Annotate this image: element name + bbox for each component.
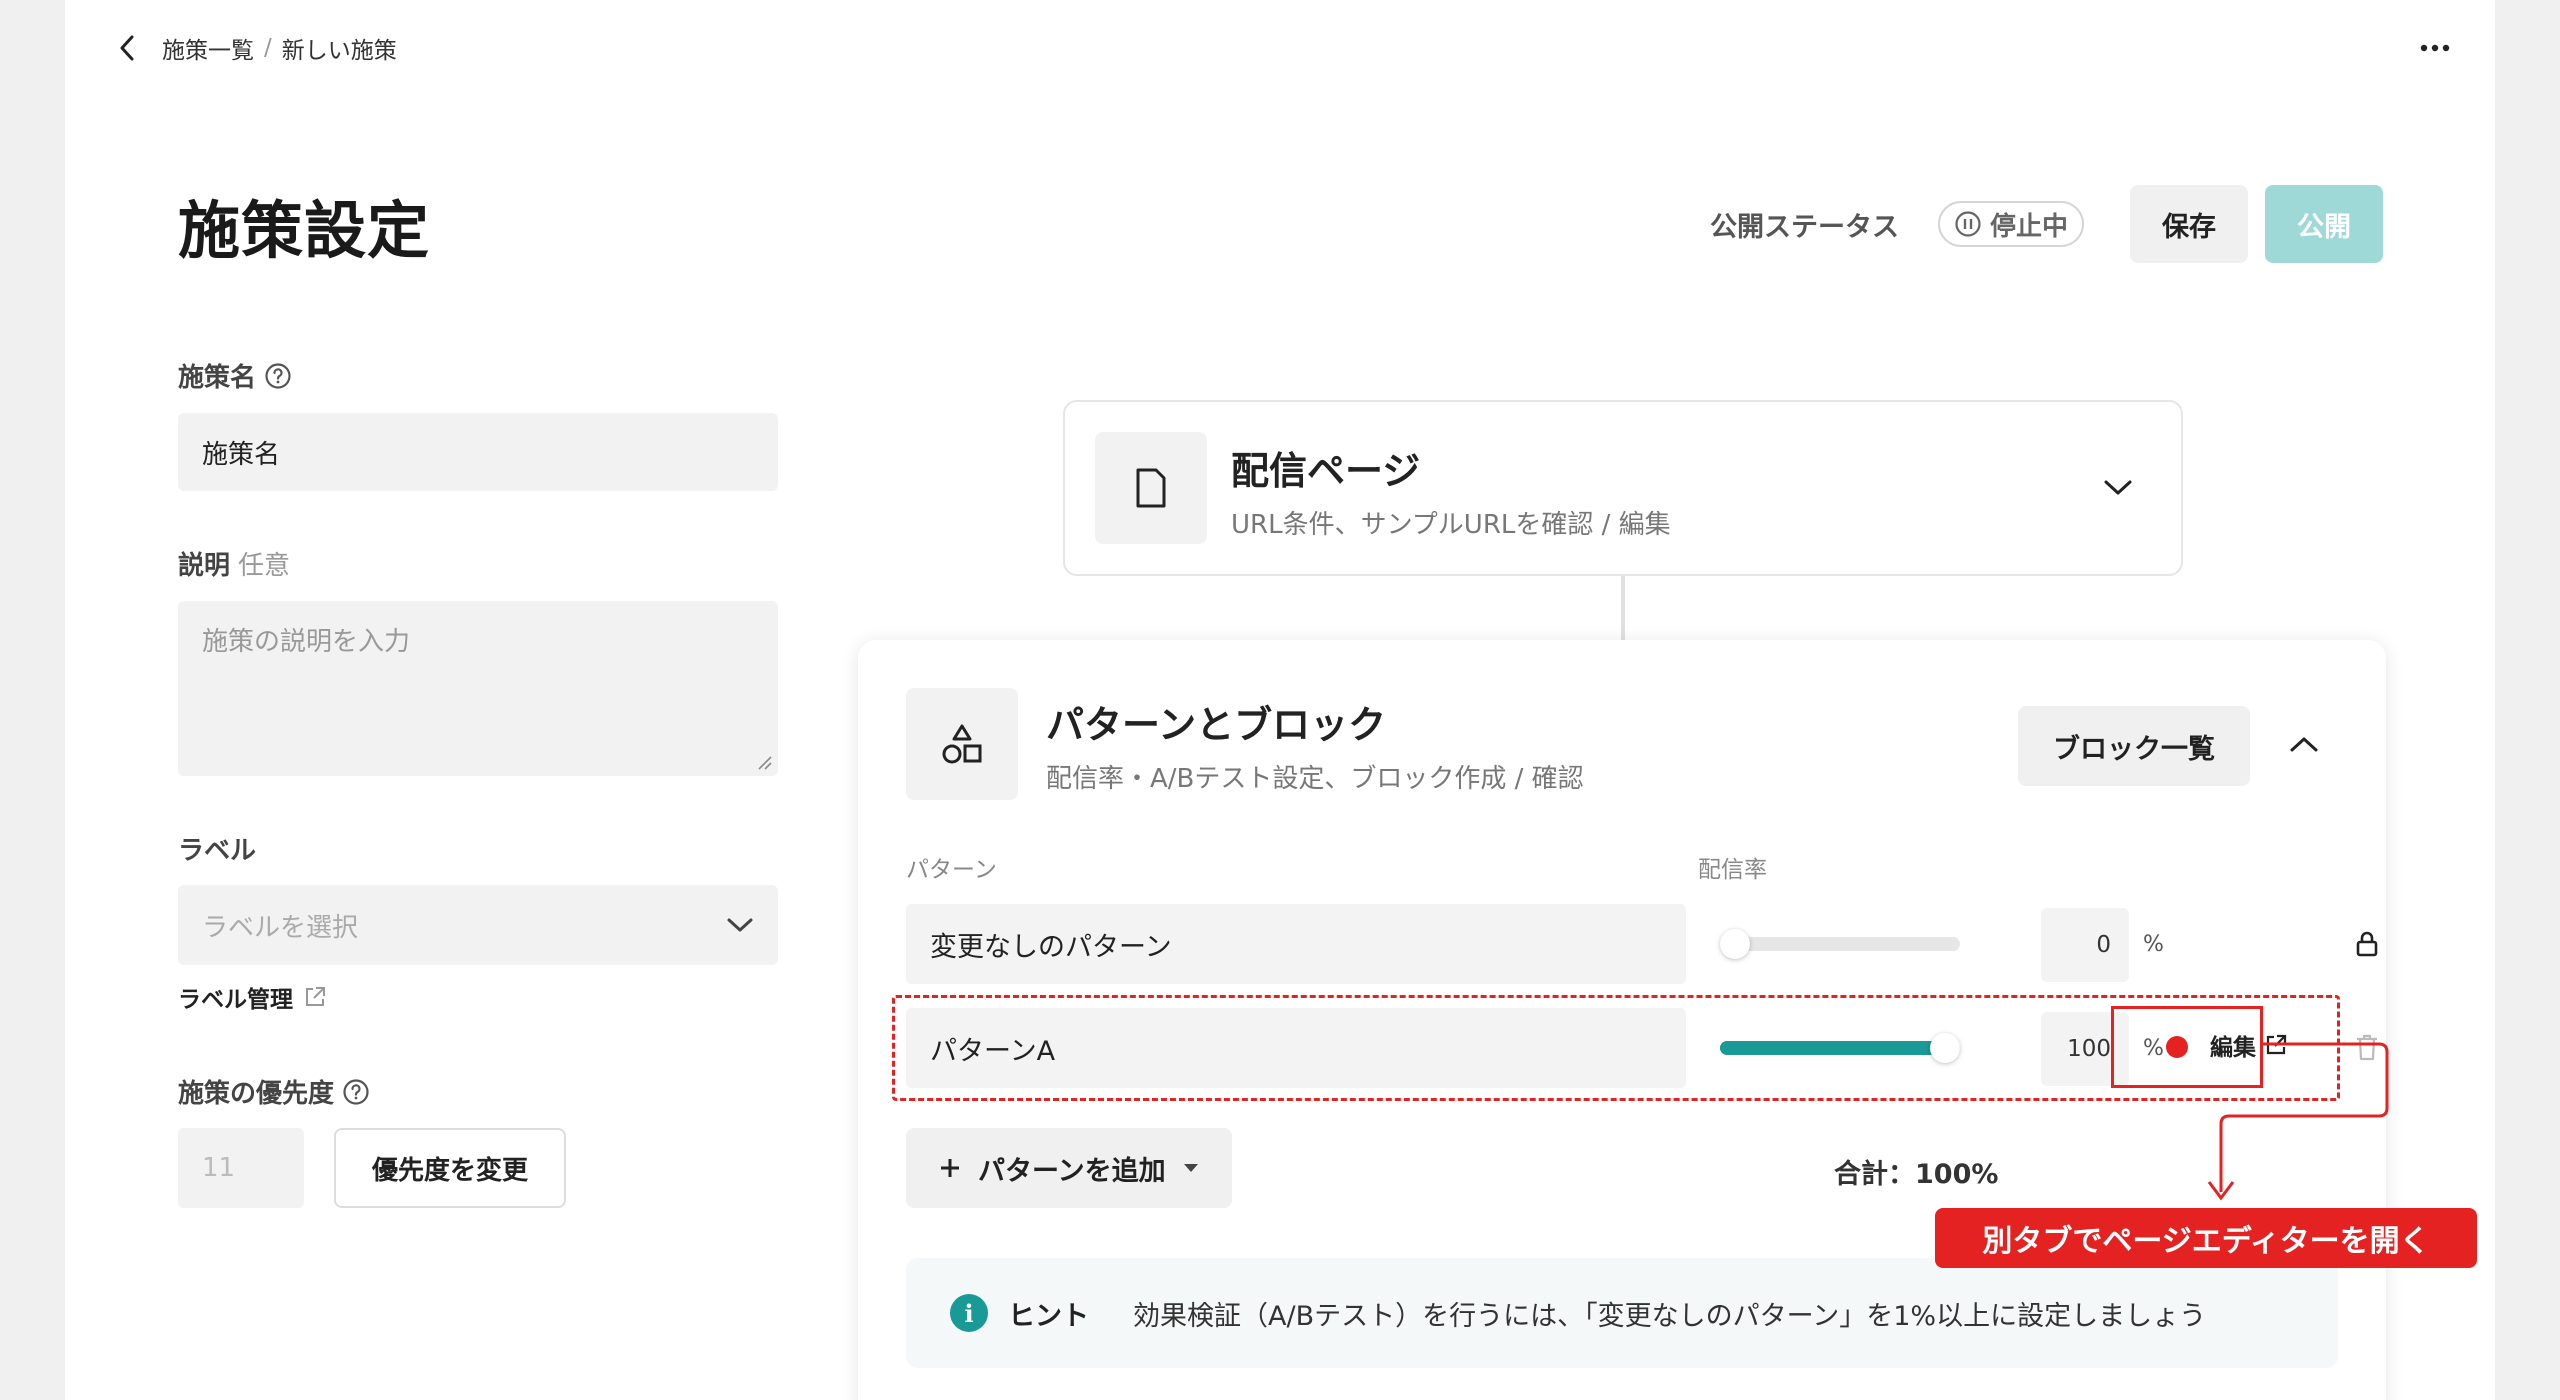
save-button[interactable]: 保存	[2130, 185, 2248, 263]
priority-field-label: 施策の優先度	[178, 1073, 370, 1110]
label-manage-link[interactable]: ラベル管理	[178, 980, 327, 1014]
pause-circle-icon	[1955, 211, 1981, 237]
resize-handle-icon[interactable]	[756, 754, 772, 770]
annotation-cursor-dot	[2166, 1036, 2188, 1058]
hint-box: i ヒント 効果検証（A/Bテスト）を行うには、「変更なしのパターン」を1%以上…	[906, 1258, 2338, 1368]
app-frame: 施策一覧 / 新しい施策 施策設定 公開ステータス 停止中 保存 公開 施策名 …	[65, 0, 2495, 1400]
add-pattern-label: パターンを追加	[978, 1155, 1166, 1187]
desc-label-text: 説明	[178, 551, 231, 581]
change-priority-button[interactable]: 優先度を変更	[334, 1128, 566, 1208]
help-circle-icon[interactable]	[264, 362, 292, 390]
caret-down-icon	[1183, 1164, 1198, 1172]
name-input[interactable]: 施策名	[178, 413, 778, 491]
external-link-icon	[306, 987, 325, 1006]
delivery-page-card[interactable]: 配信ページ URL条件、サンプルURLを確認 / 編集	[1063, 400, 2183, 576]
plus-icon	[941, 1159, 959, 1177]
patterns-title: パターンとブロック	[1046, 703, 1387, 747]
add-pattern-button[interactable]: パターンを追加	[906, 1128, 1232, 1208]
delivery-title: 配信ページ	[1231, 449, 1421, 493]
document-icon	[1095, 432, 1207, 544]
rate-input[interactable]: 0	[2041, 908, 2129, 982]
status-badge[interactable]: 停止中	[1938, 201, 2085, 247]
label-select[interactable]: ラベルを選択	[178, 885, 778, 965]
name-field-label: 施策名	[178, 357, 292, 394]
rate-total: 合計：100%	[1834, 1159, 1999, 1190]
pattern-row-name[interactable]: 変更なしのパターン	[906, 904, 1686, 984]
lock-icon	[2356, 931, 2378, 957]
percent-unit: %	[2143, 932, 2164, 957]
breadcrumb-separator: /	[264, 35, 272, 61]
shapes-icon	[906, 688, 1018, 800]
block-list-button[interactable]: ブロック一覧	[2018, 706, 2250, 786]
desc-placeholder: 施策の説明を入力	[202, 627, 411, 657]
delivery-subtitle: URL条件、サンプルURLを確認 / 編集	[1231, 510, 1671, 540]
column-header-pattern: パターン	[906, 857, 997, 883]
hint-text: 効果検証（A/Bテスト）を行うには、「変更なしのパターン」を1%以上に設定しまし…	[1133, 1300, 2207, 1332]
help-circle-icon[interactable]	[342, 1078, 370, 1106]
status-label: 公開ステータス	[1710, 212, 1899, 243]
breadcrumb-current: 新しい施策	[281, 38, 397, 64]
status-value: 停止中	[1990, 211, 2069, 242]
patterns-subtitle: 配信率・A/Bテスト設定、ブロック作成 / 確認	[1046, 764, 1584, 794]
rate-slider-thumb[interactable]	[1720, 929, 1750, 959]
publish-button[interactable]: 公開	[2265, 185, 2383, 263]
page-title: 施策設定	[178, 194, 431, 267]
breadcrumb: 施策一覧 / 新しい施策	[162, 30, 397, 66]
annotation-callout: 別タブでページエディターを開く	[1935, 1208, 2477, 1268]
label-placeholder: ラベルを選択	[202, 912, 359, 943]
priority-input[interactable]: 11	[178, 1128, 304, 1208]
description-textarea[interactable]: 施策の説明を入力	[178, 601, 778, 776]
desc-field-label: 説明 任意	[178, 545, 290, 582]
rate-slider-track[interactable]	[1720, 937, 1960, 951]
chevron-down-icon[interactable]	[2103, 478, 2133, 498]
chevron-down-icon	[727, 918, 753, 932]
flow-connector	[1621, 576, 1625, 640]
column-header-rate: 配信率	[1698, 857, 1767, 883]
hint-title: ヒント	[1008, 1300, 1089, 1332]
more-options-icon[interactable]	[2415, 28, 2455, 68]
name-label-text: 施策名	[178, 363, 257, 393]
back-arrow-icon[interactable]	[109, 30, 145, 66]
label-field-label: ラベル	[178, 836, 257, 866]
optional-tag: 任意	[238, 551, 291, 581]
breadcrumb-parent[interactable]: 施策一覧	[162, 31, 254, 65]
info-icon: i	[950, 1294, 988, 1332]
annotation-arrow	[2207, 1042, 2389, 1201]
priority-label-text: 施策の優先度	[178, 1079, 335, 1109]
chevron-up-icon[interactable]	[2289, 734, 2319, 754]
label-manage-text: ラベル管理	[178, 987, 293, 1013]
